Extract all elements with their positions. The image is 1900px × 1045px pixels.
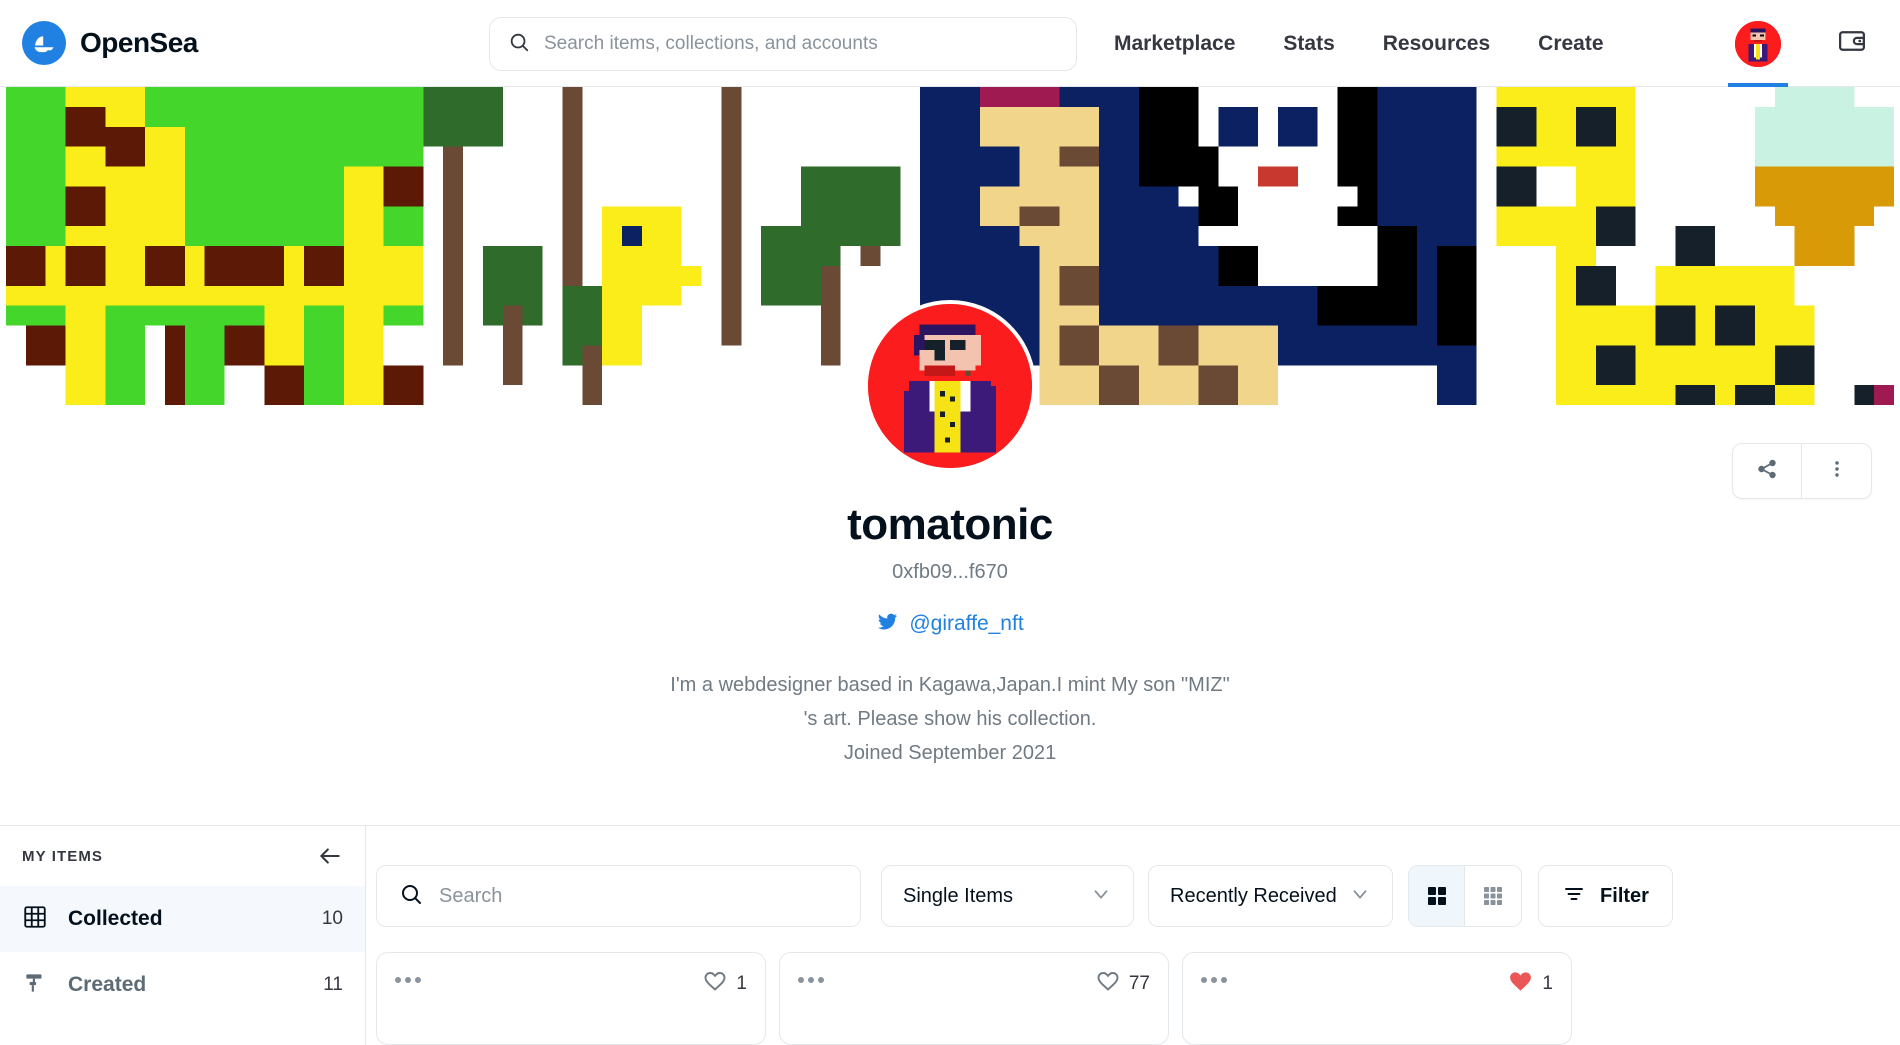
banner-action-group <box>1732 443 1872 499</box>
filter-icon <box>1562 882 1586 911</box>
more-horizontal-icon[interactable] <box>798 969 824 983</box>
share-icon <box>1755 457 1779 486</box>
nft-card-grid: 1 77 1 <box>376 952 1572 1045</box>
profile-avatar[interactable] <box>864 300 1036 472</box>
sidebar-header: MY ITEMS <box>0 826 365 886</box>
more-vertical-icon <box>1826 458 1848 485</box>
items-search-box[interactable] <box>376 865 861 927</box>
profile-bio: I'm a webdesigner based in Kagawa,Japan.… <box>0 668 1900 770</box>
view-toggle-group <box>1408 865 1522 927</box>
grid-large-icon[interactable] <box>1409 866 1465 926</box>
heart-outline-icon <box>1096 969 1120 998</box>
share-button[interactable] <box>1733 444 1802 498</box>
like-count: 77 <box>1128 972 1150 994</box>
nft-card[interactable]: 1 <box>1182 952 1572 1045</box>
like-button[interactable]: 1 <box>1508 969 1553 999</box>
wallet-button[interactable] <box>1822 0 1882 87</box>
sort-value: Recently Received <box>1170 884 1337 907</box>
sidebar-item-count: 11 <box>323 974 343 995</box>
heart-filled-icon <box>1508 969 1533 999</box>
wallet-icon <box>1837 26 1867 61</box>
nav-item-marketplace[interactable]: Marketplace <box>1090 0 1259 87</box>
sort-select[interactable]: Recently Received <box>1148 865 1393 927</box>
items-sidebar: MY ITEMS Collected 10 Created 11 <box>0 826 366 1045</box>
account-avatar-button[interactable] <box>1714 0 1802 87</box>
like-count: 1 <box>1542 973 1553 994</box>
profile-section: tomatonic 0xfb09...f670 @giraffe_nft I'm… <box>0 300 1900 770</box>
opensea-logo-text: OpenSea <box>80 27 198 58</box>
opensea-boat-icon <box>22 21 66 65</box>
like-count: 1 <box>736 972 747 994</box>
grid-small-icon[interactable] <box>1465 866 1521 926</box>
main-nav: Marketplace Stats Resources Create <box>1090 0 1628 87</box>
sidebar-item-created[interactable]: Created 11 <box>0 952 365 1018</box>
sidebar-item-count: 10 <box>321 908 343 929</box>
pixel-character-avatar <box>868 304 1032 468</box>
opensea-logo[interactable]: OpenSea <box>22 21 198 65</box>
more-horizontal-icon[interactable] <box>395 969 421 983</box>
chevron-down-icon <box>1349 883 1371 910</box>
sidebar-item-collected[interactable]: Collected 10 <box>0 886 365 952</box>
global-search-box[interactable] <box>489 17 1077 71</box>
twitter-icon <box>876 610 899 638</box>
nav-item-stats[interactable]: Stats <box>1259 0 1358 87</box>
nav-item-resources[interactable]: Resources <box>1359 0 1514 87</box>
filter-button[interactable]: Filter <box>1538 865 1673 927</box>
paint-roller-icon <box>22 970 48 1001</box>
search-input[interactable] <box>544 33 1058 55</box>
profile-address[interactable]: 0xfb09...f670 <box>0 561 1900 584</box>
nft-card[interactable]: 77 <box>779 952 1169 1045</box>
chevron-down-icon <box>1090 883 1112 910</box>
search-icon <box>399 882 423 911</box>
like-button[interactable]: 1 <box>703 969 747 998</box>
item-type-select[interactable]: Single Items <box>881 865 1134 927</box>
sidebar-item-label: Created <box>68 973 147 996</box>
profile-joined-date: Joined September 2021 <box>843 742 1057 764</box>
more-options-button[interactable] <box>1802 444 1871 498</box>
profile-bio-line-2: 's art. Please show his collection. <box>803 708 1097 730</box>
more-horizontal-icon[interactable] <box>1201 969 1227 983</box>
filter-label: Filter <box>1600 884 1649 907</box>
profile-bio-line-1: I'm a webdesigner based in Kagawa,Japan.… <box>670 674 1230 696</box>
arrow-left-icon[interactable] <box>317 843 343 869</box>
item-type-value: Single Items <box>903 884 1014 907</box>
items-search-input[interactable] <box>439 884 838 908</box>
nav-item-create[interactable]: Create <box>1514 0 1627 87</box>
like-button[interactable]: 77 <box>1096 969 1150 998</box>
items-panel: Single Items Recently Received <box>367 826 1900 1045</box>
sidebar-title: MY ITEMS <box>22 847 104 865</box>
twitter-handle: @giraffe_nft <box>909 612 1024 635</box>
profile-name: tomatonic <box>847 500 1053 549</box>
search-icon <box>508 31 530 58</box>
sidebar-item-label: Collected <box>68 907 163 930</box>
nft-card[interactable]: 1 <box>376 952 766 1045</box>
top-header: OpenSea Marketplace Stats Resources Crea… <box>0 0 1900 87</box>
grid-icon <box>22 904 48 935</box>
twitter-link[interactable]: @giraffe_nft <box>876 610 1024 638</box>
items-toolbar: Single Items Recently Received <box>367 865 1900 927</box>
heart-outline-icon <box>703 969 727 998</box>
user-avatar <box>1735 20 1781 67</box>
